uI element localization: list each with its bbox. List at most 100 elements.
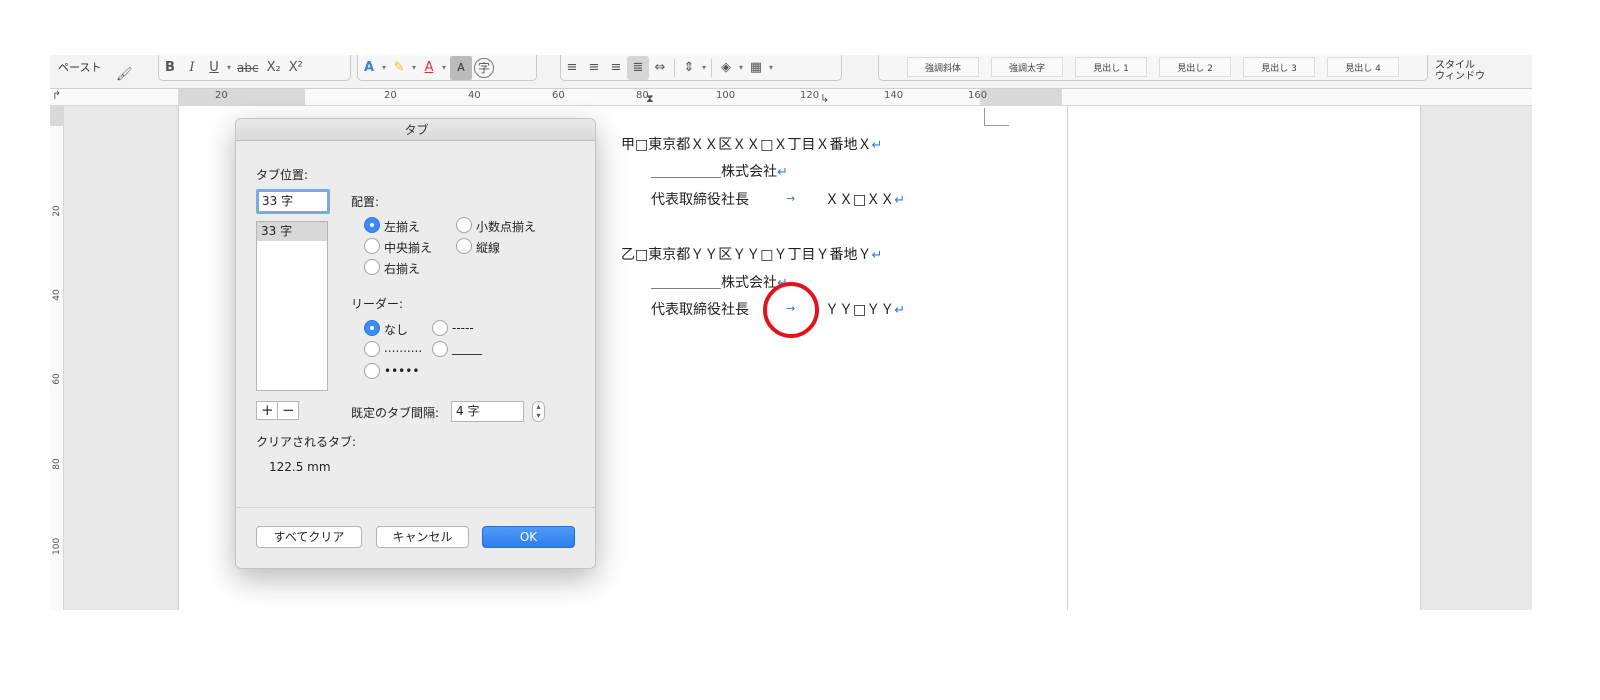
radio-align-right[interactable]: [364, 259, 380, 275]
chevron-down-icon[interactable]: ▾: [700, 63, 708, 72]
horizontal-ruler[interactable]: ↱ 20 20 40 60 80 100 120 140 160 ⧗ ↳: [50, 89, 1532, 106]
doc-line-3-name[interactable]: ＸＸ□ＸＸ↵: [825, 189, 905, 209]
italic-button[interactable]: I: [181, 56, 203, 80]
remove-tab-button[interactable]: −: [277, 402, 298, 419]
text-effects-icon[interactable]: A: [358, 56, 380, 80]
align-bar-label: 縦線: [476, 241, 501, 255]
align-center-icon[interactable]: ≡: [583, 56, 605, 80]
add-tab-button[interactable]: +: [257, 402, 277, 419]
style-emphasis-bold[interactable]: 強調太字: [991, 57, 1063, 77]
default-tab-label: 既定のタブ間隔:: [351, 406, 440, 420]
styles-gallery: 強調斜体 強調太字 見出し 1 見出し 2 見出し 3 見出し 4: [878, 55, 1428, 81]
style-heading-4[interactable]: 見出し 4: [1327, 57, 1399, 77]
tab-dialog: タブ タブ位置: 33 字 33 字 配置: 左揃え 小数点揃え 中央揃え 縦線…: [235, 118, 596, 569]
strikethrough-button[interactable]: abc: [233, 56, 263, 80]
shading-icon[interactable]: ◈: [715, 56, 737, 80]
ruler-number: 60: [552, 90, 565, 101]
font-format-group: B I U ▾ abc X₂ X²: [158, 55, 351, 81]
chevron-down-icon[interactable]: ▾: [410, 63, 418, 72]
document-page-next[interactable]: [1068, 106, 1421, 610]
radio-align-bar[interactable]: [456, 238, 472, 254]
radio-leader-dashes[interactable]: [432, 320, 448, 336]
radio-leader-none[interactable]: [364, 320, 380, 336]
chevron-down-icon[interactable]: ▾: [225, 63, 233, 72]
style-window-button[interactable]: スタイル ウィンドウ: [1435, 60, 1485, 82]
align-right-icon[interactable]: ≡: [605, 56, 627, 80]
enclosed-character-icon[interactable]: 字: [474, 57, 495, 78]
doc-line-1[interactable]: 甲□東京都ＸＸ区ＸＸ□Ｘ丁目Ｘ番地Ｘ↵: [621, 134, 882, 154]
leader-label: リーダー:: [351, 297, 404, 311]
dialog-divider: [236, 507, 595, 508]
radio-leader-bullets[interactable]: [364, 363, 380, 379]
ruler-number: 20: [384, 90, 397, 101]
align-left-icon[interactable]: ≡: [561, 56, 583, 80]
chevron-up-icon[interactable]: ▴: [533, 402, 544, 411]
ruler-number: 100: [716, 90, 736, 101]
default-tab-stepper[interactable]: ▴ ▾: [532, 401, 545, 422]
line-spacing-icon[interactable]: ⇕: [678, 56, 700, 80]
ruler-number: 20: [215, 90, 228, 101]
format-painter-icon[interactable]: 🖌: [116, 67, 133, 82]
radio-align-decimal[interactable]: [456, 217, 472, 233]
return-mark-icon: ↵: [894, 303, 906, 318]
doc-line-6-name[interactable]: ＹＹ□ＹＹ↵: [825, 299, 905, 319]
superscript-button[interactable]: X²: [285, 56, 307, 80]
doc-line-6[interactable]: 代表取締役社長: [651, 299, 749, 319]
leader-dots-label: ..........: [384, 341, 423, 355]
chevron-down-icon[interactable]: ▾: [440, 63, 448, 72]
ok-button[interactable]: OK: [482, 526, 575, 548]
default-tab-input[interactable]: 4 字: [451, 401, 524, 422]
style-heading-1[interactable]: 見出し 1: [1075, 57, 1147, 77]
style-heading-3[interactable]: 見出し 3: [1243, 57, 1315, 77]
return-mark-icon: ↵: [777, 165, 788, 180]
ruler-margin-left: [178, 89, 305, 105]
ruler-number: 120: [800, 90, 820, 101]
font-color-icon[interactable]: A: [418, 56, 440, 80]
tab-stop-marker-icon[interactable]: ↳: [820, 92, 829, 105]
borders-icon[interactable]: ▦: [745, 56, 767, 80]
style-emphasis-italic[interactable]: 強調斜体: [907, 57, 979, 77]
add-remove-tab-control: + −: [256, 401, 299, 420]
cancel-button[interactable]: キャンセル: [376, 526, 469, 548]
clear-all-button[interactable]: すべてクリア: [256, 526, 362, 548]
align-left-label: 左揃え: [384, 220, 421, 234]
vertical-ruler[interactable]: 20 40 60 80 100: [50, 106, 64, 610]
list-item[interactable]: 33 字: [257, 222, 327, 241]
tab-stop-list[interactable]: 33 字: [256, 221, 328, 391]
subscript-button[interactable]: X₂: [263, 56, 285, 80]
radio-leader-underline[interactable]: [432, 341, 448, 357]
radio-align-center[interactable]: [364, 238, 380, 254]
doc-line-3[interactable]: 代表取締役社長: [651, 189, 749, 209]
doc-line-5[interactable]: ＿＿＿＿＿株式会社↵: [651, 272, 788, 292]
underline-button[interactable]: U: [203, 56, 225, 80]
chevron-down-icon[interactable]: ▾: [737, 63, 745, 72]
justify-icon[interactable]: ≣: [627, 55, 649, 80]
indent-marker-icon[interactable]: ⧗: [646, 92, 654, 106]
leader-underline-label: _____: [452, 341, 482, 355]
doc-line-4[interactable]: 乙□東京都ＹＹ区ＹＹ□Ｙ丁目Ｙ番地Ｙ↵: [621, 244, 882, 264]
radio-align-left[interactable]: [364, 217, 380, 233]
radio-leader-dots[interactable]: [364, 341, 380, 357]
tab-selector-icon[interactable]: ↱: [52, 89, 61, 102]
return-mark-icon: ↵: [871, 248, 883, 263]
effects-group: A ▾ ✎ ▾ A ▾ A 字: [357, 55, 537, 81]
tab-mark-icon: →: [786, 192, 796, 205]
character-shading-icon[interactable]: A: [450, 55, 473, 80]
chevron-down-icon[interactable]: ▾: [380, 63, 388, 72]
chevron-down-icon[interactable]: ▾: [533, 411, 544, 420]
highlight-icon[interactable]: ✎: [388, 56, 410, 80]
cleared-tabs-label: クリアされるタブ:: [256, 435, 357, 449]
leader-dashes-label: -----: [452, 321, 474, 335]
doc-line-2[interactable]: ＿＿＿＿＿株式会社↵: [651, 161, 788, 181]
tab-position-input[interactable]: 33 字: [256, 189, 330, 214]
ruler-margin-top: [50, 106, 64, 126]
distributed-icon[interactable]: ⇔: [649, 56, 671, 80]
ruler-number: 140: [884, 90, 904, 101]
ruler-number: 160: [968, 90, 988, 101]
ruler-number: 40: [468, 90, 481, 101]
leader-none-label: なし: [384, 323, 409, 337]
style-heading-2[interactable]: 見出し 2: [1159, 57, 1231, 77]
bold-button[interactable]: B: [159, 56, 181, 80]
chevron-down-icon[interactable]: ▾: [767, 63, 775, 72]
paste-button[interactable]: ペースト: [58, 59, 101, 75]
